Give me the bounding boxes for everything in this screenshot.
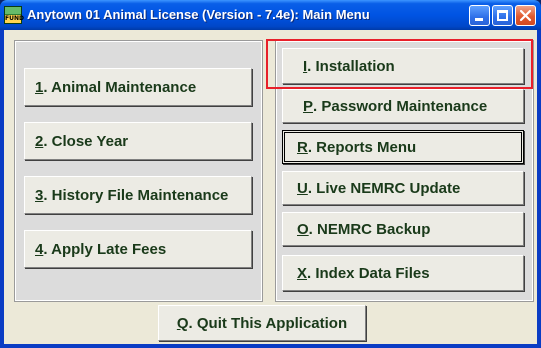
main-menu-client: 1. Animal Maintenance 2. Close Year 3. H…: [4, 30, 537, 344]
maximize-button[interactable]: [492, 5, 513, 26]
close-icon: [519, 9, 532, 22]
animal-maintenance-button[interactable]: 1. Animal Maintenance: [24, 68, 252, 106]
hotkey: 1: [35, 78, 44, 96]
minimize-button[interactable]: [469, 5, 490, 26]
close-year-button[interactable]: 2. Close Year: [24, 122, 252, 160]
history-file-maintenance-button[interactable]: 3. History File Maintenance: [24, 176, 252, 214]
window-frame-right: [537, 30, 541, 348]
index-data-files-button[interactable]: X. Index Data Files: [282, 255, 524, 291]
button-label: . Quit This Application: [188, 314, 348, 332]
installation-highlight-box: [266, 39, 533, 89]
button-label: . Password Maintenance: [313, 97, 488, 115]
apply-late-fees-button[interactable]: 4. Apply Late Fees: [24, 230, 252, 268]
password-maintenance-button[interactable]: P. Password Maintenance: [282, 89, 524, 123]
hotkey: U: [297, 179, 308, 197]
reports-menu-button[interactable]: R. Reports Menu: [282, 130, 524, 164]
quit-application-button[interactable]: Q. Quit This Application: [158, 305, 366, 341]
app-icon-label: FUND: [5, 15, 24, 23]
button-label: . Index Data Files: [307, 264, 430, 282]
hotkey: 4: [35, 240, 44, 258]
title-bar[interactable]: FUND Anytown 01 Animal License (Version …: [0, 0, 541, 30]
minimize-icon: [475, 18, 483, 21]
hotkey: X: [297, 264, 308, 282]
hotkey: O: [297, 220, 309, 238]
hotkey: R: [297, 138, 308, 156]
maximize-icon: [497, 10, 508, 21]
button-label: . History File Maintenance: [43, 186, 229, 204]
button-label: . Close Year: [43, 132, 129, 150]
close-button[interactable]: [515, 5, 536, 26]
button-label: . Apply Late Fees: [43, 240, 167, 258]
live-nemrc-update-button[interactable]: U. Live NEMRC Update: [282, 171, 524, 205]
hotkey: Q: [176, 314, 189, 332]
button-label: . NEMRC Backup: [308, 220, 431, 238]
fund-app-icon: FUND: [4, 6, 24, 24]
button-label: . Animal Maintenance: [43, 78, 197, 96]
left-menu-panel: 1. Animal Maintenance 2. Close Year 3. H…: [14, 40, 263, 302]
button-label: . Live NEMRC Update: [307, 179, 461, 197]
hotkey: 2: [35, 132, 44, 150]
window-frame-bottom: [0, 344, 541, 348]
nemrc-backup-button[interactable]: O. NEMRC Backup: [282, 212, 524, 246]
hotkey: 3: [35, 186, 44, 204]
window-title: Anytown 01 Animal License (Version - 7.4…: [27, 7, 370, 22]
app-window: FUND Anytown 01 Animal License (Version …: [0, 0, 541, 348]
button-label: . Reports Menu: [307, 138, 417, 156]
hotkey: P: [303, 97, 314, 115]
